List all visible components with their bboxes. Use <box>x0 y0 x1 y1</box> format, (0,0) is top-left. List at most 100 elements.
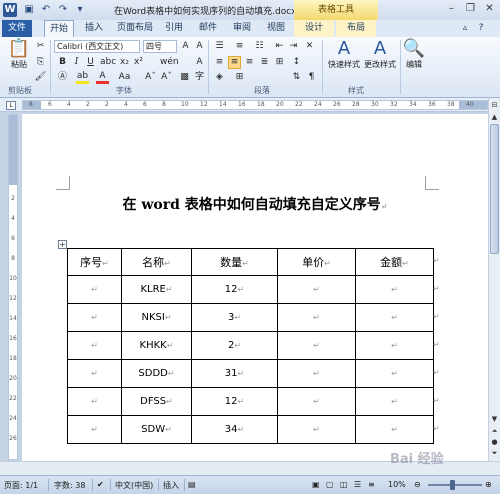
tab-selector-icon[interactable]: L <box>6 101 16 110</box>
superscript-button[interactable]: x² <box>132 56 145 69</box>
table-cell[interactable]: ↵ <box>277 331 356 360</box>
draft-view-icon[interactable]: ≡ <box>368 480 375 489</box>
minimize-icon[interactable]: – <box>443 2 460 16</box>
status-language[interactable]: 中文(中国) <box>115 480 153 491</box>
font-size-select[interactable]: 四号 <box>143 40 177 53</box>
zoom-slider[interactable] <box>428 484 482 486</box>
table-cell[interactable]: ↵ <box>277 303 356 332</box>
grow-font-icon[interactable]: A <box>179 40 192 53</box>
text-effects-icon[interactable]: Ⓐ <box>56 71 69 84</box>
justify-icon[interactable]: ≣ <box>258 56 271 69</box>
table-cell[interactable]: 34↵ <box>191 415 278 444</box>
close-icon[interactable]: ✕ <box>481 2 498 16</box>
table-cell[interactable]: ↵ <box>277 415 356 444</box>
table-header-cell[interactable]: 序号↵ <box>67 248 122 276</box>
tab-design[interactable]: 设计 <box>294 20 334 37</box>
table-cell[interactable]: 31↵ <box>191 359 278 388</box>
table-cell[interactable]: 2↵ <box>191 331 278 360</box>
align-center-icon[interactable]: ≡ <box>228 56 241 69</box>
table-cell[interactable]: 3↵ <box>191 303 278 332</box>
scroll-down-icon[interactable]: ▼ <box>489 414 500 425</box>
sort-icon[interactable]: ⇅ <box>290 71 303 84</box>
previous-page-icon[interactable]: ⏶ <box>489 426 500 437</box>
cut-icon[interactable]: ✂ <box>34 40 47 53</box>
tab-file[interactable]: 文件 <box>2 20 32 37</box>
redo-icon[interactable]: ↷ <box>56 3 70 17</box>
macro-record-icon[interactable]: ▤ <box>188 480 196 489</box>
table-cell[interactable]: 12↵ <box>191 275 278 304</box>
change-case-button[interactable]: Aa <box>118 71 131 84</box>
format-painter-icon[interactable]: 🖌 <box>34 71 47 84</box>
paste-button[interactable]: 📋 粘贴 <box>6 39 32 70</box>
strikethrough-button[interactable]: abc <box>100 56 116 69</box>
font-color-button[interactable]: A <box>96 71 109 84</box>
status-word-count[interactable]: 字数: 38 <box>54 480 85 491</box>
distributed-icon[interactable]: ⊞ <box>273 56 286 69</box>
numbering-icon[interactable]: ≡ <box>233 40 246 53</box>
align-right-icon[interactable]: ≡ <box>243 56 256 69</box>
table-cell[interactable]: ↵ <box>67 359 122 388</box>
italic-button[interactable]: I <box>70 56 83 69</box>
underline-button[interactable]: U <box>84 56 97 69</box>
zoom-level[interactable]: 10% <box>388 480 406 489</box>
zoom-out-icon[interactable]: ⊖ <box>414 480 421 489</box>
tab-insert[interactable]: 插入 <box>80 20 108 37</box>
tab-review[interactable]: 审阅 <box>228 20 256 37</box>
increase-indent-icon[interactable]: ⇥ <box>287 40 300 53</box>
table-cell[interactable]: NKSI↵ <box>121 303 192 332</box>
bold-button[interactable]: B <box>56 56 69 69</box>
table-cell[interactable]: SDDD↵ <box>121 359 192 388</box>
grow-font-button[interactable]: Aˆ <box>144 71 157 84</box>
table-cell[interactable]: SDW↵ <box>121 415 192 444</box>
table-cell[interactable]: ↵ <box>355 275 434 304</box>
table-cell[interactable]: DFSS↵ <box>121 387 192 416</box>
table-move-handle-icon[interactable]: + <box>58 240 67 249</box>
table-cell[interactable]: ↵ <box>355 415 434 444</box>
scroll-thumb[interactable] <box>490 124 499 254</box>
table-cell[interactable]: ↵ <box>355 387 434 416</box>
zoom-slider-knob[interactable] <box>450 480 455 490</box>
highlight-color-button[interactable]: ab <box>76 71 89 84</box>
status-insert-mode[interactable]: 插入 <box>163 480 179 491</box>
table-cell[interactable]: 12↵ <box>191 387 278 416</box>
full-screen-view-icon[interactable]: ▢ <box>326 480 334 489</box>
line-spacing-icon[interactable]: ↕ <box>290 56 303 69</box>
restore-icon[interactable]: ❐ <box>462 2 479 16</box>
table-cell[interactable]: ↵ <box>277 387 356 416</box>
chinese-layout-icon[interactable]: ✕ <box>303 40 316 53</box>
tab-references[interactable]: 引用 <box>160 20 188 37</box>
shading-icon[interactable]: ◈ <box>213 71 226 84</box>
help-icon[interactable]: ? <box>474 20 488 37</box>
table-cell[interactable]: ↵ <box>355 303 434 332</box>
table-cell[interactable]: ↵ <box>67 275 122 304</box>
character-border-button[interactable]: A <box>193 56 206 69</box>
shrink-font-button[interactable]: Aˇ <box>160 71 173 84</box>
table-cell[interactable]: ↵ <box>355 359 434 388</box>
undo-icon[interactable]: ↶ <box>39 3 53 17</box>
table-cell[interactable]: ↵ <box>277 275 356 304</box>
table-cell[interactable]: KLRE↵ <box>121 275 192 304</box>
font-name-select[interactable]: Calibri (西文正文) <box>54 40 140 53</box>
table-cell[interactable]: ↵ <box>355 331 434 360</box>
clear-format-icon[interactable]: A <box>193 40 206 53</box>
copy-icon[interactable]: ⎘ <box>34 56 47 69</box>
table-header-cell[interactable]: 数量↵ <box>191 248 278 276</box>
vertical-scrollbar[interactable]: ⊟ ▲ ▼ ⏶ ● ⏷ <box>488 98 500 461</box>
bullets-icon[interactable]: ☰ <box>213 40 226 53</box>
word-logo-icon[interactable]: W <box>3 3 17 17</box>
document-page[interactable]: 在 word 表格中如何自动填充自定义序号↵ + 序号↵ 名称↵ 数量↵ 单价↵… <box>22 114 488 461</box>
table-cell[interactable]: ↵ <box>67 303 122 332</box>
table-header-cell[interactable]: 名称↵ <box>121 248 192 276</box>
print-layout-view-icon[interactable]: ▣ <box>312 480 320 489</box>
data-table[interactable]: 序号↵ 名称↵ 数量↵ 单价↵ 金额↵ ↵ KLRE↵ 12↵ ↵ ↵ ↵ NK… <box>67 248 434 444</box>
table-cell[interactable]: KHKK↵ <box>121 331 192 360</box>
tab-home[interactable]: 开始 <box>44 20 74 37</box>
character-shading-icon[interactable]: ▩ <box>178 71 191 84</box>
table-cell[interactable]: ↵ <box>277 359 356 388</box>
table-header-cell[interactable]: 金额↵ <box>355 248 434 276</box>
save-icon[interactable]: ▣ <box>22 3 36 17</box>
table-header-cell[interactable]: 单价↵ <box>277 248 356 276</box>
table-cell[interactable]: ↵ <box>67 415 122 444</box>
multilevel-list-icon[interactable]: ☷ <box>253 40 266 53</box>
quick-styles-button[interactable]: A 快速样式 <box>326 39 362 70</box>
